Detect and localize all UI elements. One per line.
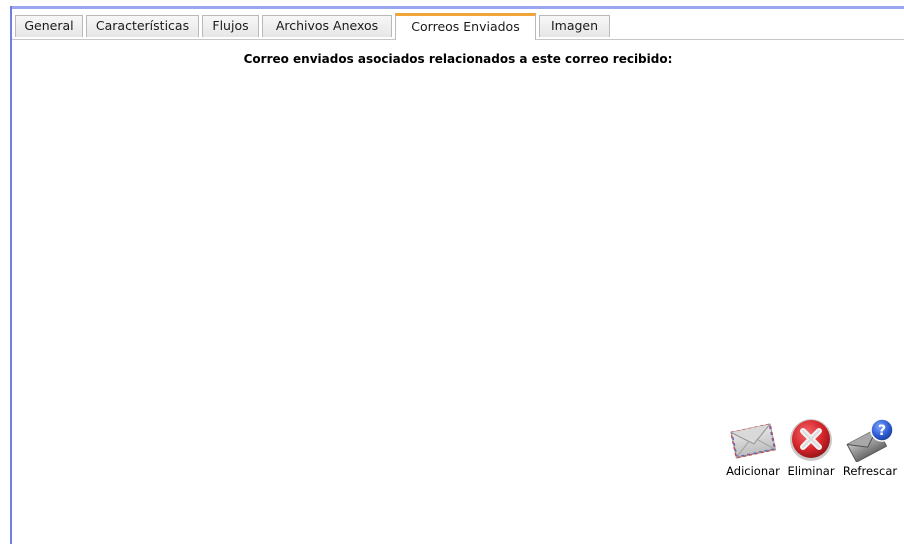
envelope-icon <box>730 423 777 459</box>
delete-label: Eliminar <box>787 464 835 478</box>
svg-text:?: ? <box>878 423 886 439</box>
correos-enviados-window: General Características Flujos Archivos … <box>0 0 904 544</box>
tab-correos-enviados[interactable]: Correos Enviados <box>395 13 536 40</box>
delete-button[interactable]: Eliminar <box>785 414 837 478</box>
tab-strip: General Características Flujos Archivos … <box>12 13 904 40</box>
tab-archivos-anexos[interactable]: Archivos Anexos <box>262 15 392 37</box>
tab-caracteristicas[interactable]: Características <box>86 15 199 37</box>
delete-x-icon <box>790 419 832 461</box>
refresh-button[interactable]: ? Refrescar <box>840 414 900 478</box>
tab-flujos[interactable]: Flujos <box>202 15 259 37</box>
add-label: Adicionar <box>726 464 780 478</box>
window-left-border <box>10 6 12 544</box>
refresh-help-icon: ? <box>846 418 894 462</box>
tab-general[interactable]: General <box>15 15 83 37</box>
refresh-label: Refrescar <box>842 464 898 478</box>
tab-imagen[interactable]: Imagen <box>539 15 610 37</box>
window-top-border <box>10 6 904 9</box>
panel-heading: Correo enviados asociados relacionados a… <box>243 52 673 66</box>
add-button[interactable]: Adicionar <box>724 414 782 478</box>
